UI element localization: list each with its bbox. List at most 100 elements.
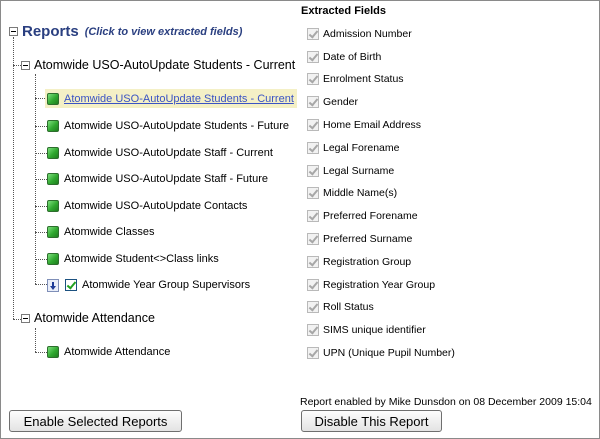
reports-hint: (Click to view extracted fields) <box>84 25 243 38</box>
tree-line <box>35 259 47 260</box>
report-node-icon <box>47 120 59 132</box>
field-date-of-birth: Date of Birth <box>307 50 381 64</box>
report-item-students-future[interactable]: Atomwide USO-AutoUpdate Students - Futur… <box>47 117 289 135</box>
field-registration-group: Registration Group <box>307 255 411 269</box>
tree-line <box>13 37 14 319</box>
tree-line <box>35 352 47 353</box>
enable-report-checkbox[interactable] <box>65 279 77 291</box>
field-label: Roll Status <box>323 301 374 313</box>
report-item-label: Atomwide USO-AutoUpdate Staff - Future <box>64 173 268 185</box>
tree-line <box>35 153 47 154</box>
field-upn: UPN (Unique Pupil Number) <box>307 346 455 360</box>
field-label: Registration Group <box>323 256 412 268</box>
download-arrow-icon[interactable] <box>47 278 59 292</box>
tree-line <box>35 126 47 127</box>
report-node-icon <box>47 346 59 358</box>
report-item-label: Atomwide Student<>Class links <box>64 253 219 265</box>
field-preferred-forename: Preferred Forename <box>307 209 418 223</box>
field-checkbox <box>307 301 319 313</box>
reports-panel: Reports (Click to view extracted fields)… <box>0 0 600 439</box>
field-label: Home Email Address <box>323 119 422 131</box>
report-item-label: Atomwide USO-AutoUpdate Staff - Current <box>64 147 273 159</box>
report-item-contacts[interactable]: Atomwide USO-AutoUpdate Contacts <box>47 197 247 215</box>
report-node-icon <box>47 92 59 105</box>
tree-line <box>35 328 36 352</box>
report-item-label[interactable]: Atomwide USO-AutoUpdate Students - Curre… <box>64 93 294 105</box>
report-item-label: Atomwide Year Group Supervisors <box>82 279 251 291</box>
field-label: Enrolment Status <box>323 73 404 85</box>
field-enrolment-status: Enrolment Status <box>307 72 404 86</box>
collapse-group-toggle[interactable] <box>21 313 30 323</box>
report-item-label: Atomwide Classes <box>64 226 155 238</box>
report-item-label: Atomwide USO-AutoUpdate Students - Futur… <box>64 120 289 132</box>
field-roll-status: Roll Status <box>307 300 374 314</box>
report-item-label: Atomwide USO-AutoUpdate Contacts <box>64 200 248 212</box>
field-checkbox <box>307 119 319 131</box>
field-label: Preferred Surname <box>323 233 413 245</box>
tree-line <box>35 179 47 180</box>
collapse-group-toggle[interactable] <box>21 60 30 70</box>
tree-line <box>13 319 21 320</box>
field-legal-surname: Legal Surname <box>307 164 394 178</box>
field-checkbox <box>307 73 319 85</box>
field-label: Gender <box>323 96 359 108</box>
tree-line <box>35 284 47 285</box>
collapse-reports-toggle[interactable] <box>9 27 18 36</box>
report-node-icon <box>47 253 59 265</box>
report-item-attendance[interactable]: Atomwide Attendance <box>47 343 170 361</box>
report-node-icon <box>47 226 59 238</box>
field-checkbox <box>307 96 319 108</box>
report-item-label: Atomwide Attendance <box>64 346 171 358</box>
tree-line <box>35 206 47 207</box>
field-checkbox <box>307 28 319 40</box>
report-item-students-current[interactable]: Atomwide USO-AutoUpdate Students - Curre… <box>45 89 297 108</box>
field-registration-year-group: Registration Year Group <box>307 278 435 292</box>
field-checkbox <box>307 51 319 63</box>
field-checkbox <box>307 347 319 359</box>
field-checkbox <box>307 233 319 245</box>
field-label: Legal Forename <box>323 142 400 154</box>
field-checkbox <box>307 324 319 336</box>
field-legal-forename: Legal Forename <box>307 141 399 155</box>
report-node-icon <box>47 147 59 159</box>
field-preferred-surname: Preferred Surname <box>307 232 412 246</box>
field-sims-unique-identifier: SIMS unique identifier <box>307 323 426 337</box>
field-label: Legal Surname <box>323 165 395 177</box>
report-group-label[interactable]: Atomwide USO-AutoUpdate Students - Curre… <box>34 58 295 72</box>
tree-line <box>35 232 47 233</box>
field-label: UPN (Unique Pupil Number) <box>323 347 455 359</box>
field-checkbox <box>307 142 319 154</box>
field-checkbox <box>307 210 319 222</box>
field-home-email: Home Email Address <box>307 118 421 132</box>
report-item-year-group-supervisors[interactable]: Atomwide Year Group Supervisors <box>47 276 250 294</box>
report-node-icon <box>47 200 59 212</box>
enable-selected-reports-button[interactable]: Enable Selected Reports <box>9 410 182 432</box>
report-item-staff-future[interactable]: Atomwide USO-AutoUpdate Staff - Future <box>47 170 268 188</box>
field-checkbox <box>307 256 319 268</box>
field-label: Date of Birth <box>323 51 382 63</box>
disable-this-report-button[interactable]: Disable This Report <box>301 410 442 432</box>
field-label: Admission Number <box>323 28 412 40</box>
tree-line <box>13 65 21 66</box>
field-admission-number: Admission Number <box>307 27 412 41</box>
report-item-classes[interactable]: Atomwide Classes <box>47 223 154 241</box>
extracted-fields-header: Extracted Fields <box>301 5 386 17</box>
report-group-label[interactable]: Atomwide Attendance <box>34 311 155 325</box>
report-item-student-class-links[interactable]: Atomwide Student<>Class links <box>47 250 219 268</box>
field-label: SIMS unique identifier <box>323 324 426 336</box>
field-label: Middle Name(s) <box>323 187 398 199</box>
field-checkbox <box>307 187 319 199</box>
reports-title[interactable]: Reports <box>22 23 79 40</box>
report-status-text: Report enabled by Mike Dunsdon on 08 Dec… <box>300 396 592 408</box>
field-checkbox <box>307 165 319 177</box>
report-group-attendance: Atomwide Attendance <box>21 311 155 325</box>
reports-root: Reports (Click to view extracted fields) <box>9 23 242 40</box>
field-checkbox <box>307 279 319 291</box>
field-middle-names: Middle Name(s) <box>307 186 397 200</box>
report-item-staff-current[interactable]: Atomwide USO-AutoUpdate Staff - Current <box>47 144 273 162</box>
field-label: Preferred Forename <box>323 210 418 222</box>
report-group-students: Atomwide USO-AutoUpdate Students - Curre… <box>21 58 295 72</box>
field-gender: Gender <box>307 95 358 109</box>
report-node-icon <box>47 173 59 185</box>
field-label: Registration Year Group <box>323 279 436 291</box>
